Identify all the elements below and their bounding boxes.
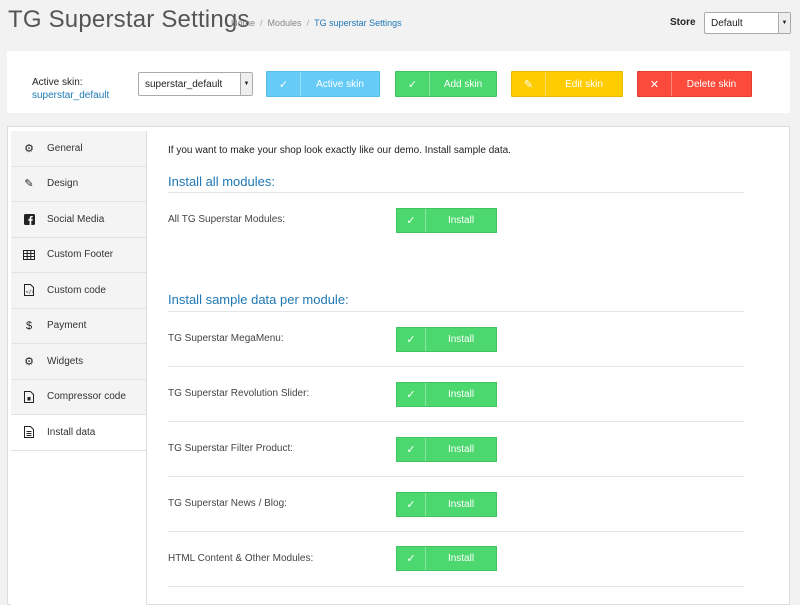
breadcrumb-current[interactable]: TG superstar Settings	[314, 18, 402, 28]
install-news-blog-button[interactable]: ✓ Install	[396, 492, 497, 517]
breadcrumb-separator: /	[306, 18, 310, 28]
divider	[168, 366, 744, 367]
check-icon: ✓	[397, 493, 426, 516]
check-icon: ✓	[397, 383, 426, 406]
edit-skin-button-label: Edit skin	[565, 78, 603, 90]
check-icon: ✓	[397, 328, 426, 351]
sidebar-item-label: Compressor code	[47, 391, 126, 403]
delete-skin-button[interactable]: ✕ Delete skin	[637, 71, 752, 97]
close-icon: ✕	[638, 72, 672, 96]
divider	[168, 421, 744, 422]
store-label: Store	[670, 17, 696, 28]
sidebar-item-label: Install data	[47, 426, 96, 438]
breadcrumb-modules[interactable]: Modules	[268, 18, 302, 28]
module-label: HTML Content & Other Modules:	[168, 553, 314, 564]
store-select-value: Default	[711, 17, 743, 29]
add-skin-button-label: Add skin	[443, 78, 483, 90]
module-label: TG Superstar News / Blog:	[168, 498, 287, 509]
install-all-button[interactable]: ✓ Install	[396, 208, 497, 233]
install-megamenu-button[interactable]: ✓ Install	[396, 327, 497, 352]
check-icon: ✓	[397, 547, 426, 570]
active-skin-button-label: Active skin	[316, 78, 364, 90]
sidebar-item-custom-code[interactable]: </> Custom code	[11, 273, 146, 309]
cogs-icon: ⚙	[24, 355, 34, 368]
pencil-icon: ✎	[24, 178, 34, 191]
document-icon	[11, 426, 47, 439]
sidebar-item-general[interactable]: ⚙ General	[11, 131, 146, 167]
table-icon	[11, 249, 47, 260]
install-button-label: Install	[447, 215, 475, 226]
dollar-icon: $	[25, 319, 33, 332]
sidebar-item-label: General	[47, 142, 83, 154]
sidebar: ⚙ General ✎ Design Social Media Custom F…	[11, 131, 147, 605]
breadcrumb: Home / Modules / TG superstar Settings	[231, 18, 402, 28]
install-button-label: Install	[447, 334, 475, 345]
active-skin-value[interactable]: superstar_default	[32, 90, 109, 101]
sidebar-item-label: Widgets	[47, 355, 84, 367]
module-label: TG Superstar Filter Product:	[168, 443, 294, 454]
check-icon: ✓	[267, 72, 301, 96]
install-button-label: Install	[447, 444, 475, 455]
active-skin-label: Active skin:	[32, 77, 83, 88]
file-zip-icon	[11, 390, 47, 403]
install-button-label: Install	[447, 553, 475, 564]
divider	[168, 192, 744, 193]
sidebar-item-widgets[interactable]: ⚙ Widgets	[11, 344, 146, 380]
section-title-install-all: Install all modules:	[168, 174, 275, 189]
install-html-content-button[interactable]: ✓ Install	[396, 546, 497, 571]
sidebar-item-label: Payment	[47, 320, 87, 332]
divider	[168, 311, 744, 312]
sidebar-item-social-media[interactable]: Social Media	[11, 202, 146, 238]
section-title-per-module: Install sample data per module:	[168, 292, 349, 307]
divider	[168, 476, 744, 477]
store-select[interactable]: Default ▼	[704, 12, 791, 34]
sidebar-item-install-data[interactable]: Install data	[11, 415, 146, 451]
chevron-down-icon: ▼	[240, 73, 252, 95]
delete-skin-button-label: Delete skin	[686, 78, 737, 90]
install-button-label: Install	[447, 499, 475, 510]
breadcrumb-home[interactable]: Home	[231, 18, 255, 28]
skin-select-value: superstar_default	[145, 78, 223, 90]
sidebar-item-label: Custom Footer	[47, 249, 114, 261]
code-file-icon: </>	[11, 284, 47, 297]
edit-skin-button[interactable]: ✎ Edit skin	[511, 71, 623, 97]
pencil-icon: ✎	[512, 72, 546, 96]
sidebar-item-label: Custom code	[47, 284, 106, 296]
install-button-label: Install	[447, 389, 475, 400]
check-icon: ✓	[397, 209, 426, 232]
sidebar-item-design[interactable]: ✎ Design	[11, 166, 146, 202]
chevron-down-icon: ▼	[778, 13, 790, 33]
sidebar-item-compressor-code[interactable]: Compressor code	[11, 379, 146, 415]
install-revolution-slider-button[interactable]: ✓ Install	[396, 382, 497, 407]
module-label: TG Superstar MegaMenu:	[168, 333, 284, 344]
sidebar-item-custom-footer[interactable]: Custom Footer	[11, 237, 146, 273]
module-label: TG Superstar Revolution Slider:	[168, 388, 310, 399]
active-skin-button[interactable]: ✓ Active skin	[266, 71, 380, 97]
divider	[168, 586, 744, 587]
facebook-icon	[11, 213, 47, 225]
intro-text: If you want to make your shop look exact…	[168, 145, 511, 156]
sidebar-item-label: Design	[47, 178, 79, 190]
check-icon: ✓	[396, 72, 430, 96]
breadcrumb-separator: /	[260, 18, 263, 28]
add-skin-button[interactable]: ✓ Add skin	[395, 71, 497, 97]
install-filter-product-button[interactable]: ✓ Install	[396, 437, 497, 462]
sidebar-item-label: Social Media	[47, 213, 105, 225]
sidebar-item-payment[interactable]: $ Payment	[11, 308, 146, 344]
gear-icon: ⚙	[24, 142, 34, 155]
check-icon: ✓	[397, 438, 426, 461]
skin-select[interactable]: superstar_default ▼	[138, 72, 253, 96]
page-title: TG Superstar Settings	[8, 6, 250, 33]
divider	[168, 531, 744, 532]
svg-text:</>: </>	[26, 290, 34, 296]
module-label: All TG Superstar Modules:	[168, 214, 286, 225]
